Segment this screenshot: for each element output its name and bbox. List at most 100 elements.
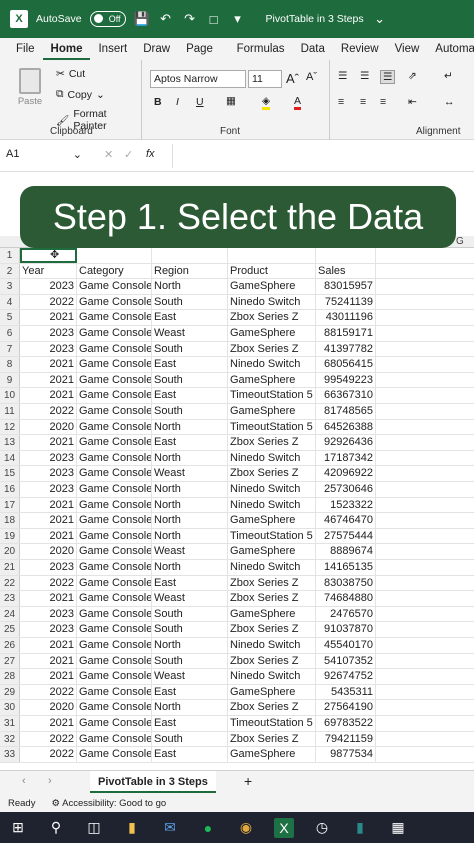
- cell[interactable]: Weast: [152, 591, 228, 606]
- cell[interactable]: 2021: [20, 435, 77, 450]
- accessibility-status[interactable]: ⚙ Accessibility: Good to go: [51, 798, 166, 809]
- cell[interactable]: Zbox Series Z: [228, 591, 316, 606]
- cell[interactable]: Ninedo Switch: [228, 638, 316, 653]
- cell[interactable]: Weast: [152, 544, 228, 559]
- row-number[interactable]: 18: [0, 513, 20, 528]
- cell[interactable]: 2020: [20, 419, 77, 435]
- cell[interactable]: Year: [20, 263, 77, 279]
- cell[interactable]: 2020: [20, 544, 77, 559]
- cell[interactable]: 2021: [20, 310, 77, 325]
- cell[interactable]: Ninedo Switch: [228, 357, 316, 372]
- cell[interactable]: 14165135: [316, 560, 376, 575]
- cell[interactable]: Game Console: [77, 700, 152, 715]
- cell[interactable]: GameSphere: [228, 544, 316, 559]
- cell[interactable]: 43011196: [316, 310, 376, 325]
- cell[interactable]: East: [152, 357, 228, 372]
- column-g-header[interactable]: G: [456, 236, 464, 247]
- row-number[interactable]: 8: [0, 357, 20, 372]
- cell[interactable]: GameSphere: [228, 513, 316, 528]
- cell[interactable]: East: [152, 388, 228, 403]
- cell[interactable]: 2023: [20, 326, 77, 341]
- cell[interactable]: Game Console: [77, 731, 152, 747]
- cell[interactable]: East: [152, 716, 228, 731]
- cell[interactable]: [77, 248, 152, 263]
- decrease-indent-button[interactable]: ⇤: [408, 96, 417, 108]
- cell[interactable]: 2021: [20, 357, 77, 372]
- cell[interactable]: Zbox Series Z: [228, 731, 316, 747]
- cell[interactable]: 2022: [20, 747, 77, 762]
- chrome-icon[interactable]: ◉: [236, 818, 256, 838]
- cell[interactable]: North: [152, 560, 228, 575]
- cell[interactable]: South: [152, 731, 228, 747]
- cell[interactable]: TimeoutStation 5: [228, 388, 316, 403]
- cell[interactable]: 2022: [20, 684, 77, 700]
- row-number[interactable]: 9: [0, 372, 20, 388]
- save-icon[interactable]: 💾: [133, 11, 149, 27]
- row-number[interactable]: 27: [0, 653, 20, 669]
- cell[interactable]: Game Console: [77, 310, 152, 325]
- cell[interactable]: GameSphere: [228, 279, 316, 294]
- align-middle-button[interactable]: ☰: [360, 70, 369, 82]
- cell[interactable]: Game Console: [77, 591, 152, 606]
- row-number[interactable]: 20: [0, 544, 20, 559]
- cell[interactable]: North: [152, 482, 228, 497]
- orientation-button[interactable]: ⇗: [408, 70, 417, 82]
- row-number[interactable]: 31: [0, 716, 20, 731]
- cell[interactable]: Game Console: [77, 544, 152, 559]
- cell[interactable]: TimeoutStation 5: [228, 419, 316, 435]
- active-cell[interactable]: ✥: [20, 248, 77, 263]
- tab-draw[interactable]: Draw: [135, 38, 178, 60]
- cell[interactable]: Game Console: [77, 372, 152, 388]
- clock-app-icon[interactable]: ◷: [312, 818, 332, 838]
- cell[interactable]: 2021: [20, 528, 77, 544]
- cell[interactable]: North: [152, 638, 228, 653]
- cell[interactable]: South: [152, 372, 228, 388]
- cell[interactable]: GameSphere: [228, 747, 316, 762]
- wrap-text-button[interactable]: ↵: [444, 70, 453, 82]
- cell[interactable]: 41397782: [316, 341, 376, 357]
- cell[interactable]: 79421159: [316, 731, 376, 747]
- cell[interactable]: 99549223: [316, 372, 376, 388]
- cell[interactable]: East: [152, 435, 228, 450]
- tab-view[interactable]: View: [387, 38, 428, 60]
- cell[interactable]: 75241139: [316, 294, 376, 310]
- cell[interactable]: Category: [77, 263, 152, 279]
- insert-function-button[interactable]: fx: [146, 148, 155, 160]
- name-box[interactable]: A1 ⌄: [6, 148, 84, 164]
- cell[interactable]: Game Console: [77, 341, 152, 357]
- cell[interactable]: TimeoutStation 5: [228, 528, 316, 544]
- cell[interactable]: South: [152, 622, 228, 637]
- cell[interactable]: 68056415: [316, 357, 376, 372]
- undo-icon[interactable]: ↶: [158, 11, 174, 27]
- tab-home[interactable]: Home: [42, 38, 91, 60]
- add-sheet-button[interactable]: +: [244, 773, 252, 789]
- cell[interactable]: 2020: [20, 700, 77, 715]
- redo-icon[interactable]: ↷: [182, 11, 198, 27]
- tab-formulas[interactable]: Formulas: [229, 38, 293, 60]
- cell[interactable]: Game Console: [77, 482, 152, 497]
- cell[interactable]: Zbox Series Z: [228, 622, 316, 637]
- cell[interactable]: GameSphere: [228, 404, 316, 419]
- cell[interactable]: 2022: [20, 404, 77, 419]
- cell[interactable]: GameSphere: [228, 372, 316, 388]
- cell[interactable]: 2021: [20, 716, 77, 731]
- row-number[interactable]: 32: [0, 731, 20, 747]
- tab-automate[interactable]: Automate: [427, 38, 474, 60]
- row-number[interactable]: 11: [0, 404, 20, 419]
- cell[interactable]: Game Console: [77, 450, 152, 466]
- cell[interactable]: Game Console: [77, 669, 152, 684]
- spotify-icon[interactable]: ●: [198, 818, 218, 838]
- cell[interactable]: Game Console: [77, 747, 152, 762]
- cell[interactable]: 54107352: [316, 653, 376, 669]
- cell[interactable]: Zbox Series Z: [228, 435, 316, 450]
- row-number[interactable]: 22: [0, 575, 20, 591]
- cell[interactable]: Game Console: [77, 294, 152, 310]
- row-number[interactable]: 19: [0, 528, 20, 544]
- cell[interactable]: 2022: [20, 294, 77, 310]
- cell[interactable]: Ninedo Switch: [228, 450, 316, 466]
- cell[interactable]: 2022: [20, 575, 77, 591]
- merge-center-button[interactable]: ↔: [444, 96, 455, 108]
- cell[interactable]: TimeoutStation 5: [228, 716, 316, 731]
- row-number[interactable]: 5: [0, 310, 20, 325]
- cell[interactable]: GameSphere: [228, 606, 316, 622]
